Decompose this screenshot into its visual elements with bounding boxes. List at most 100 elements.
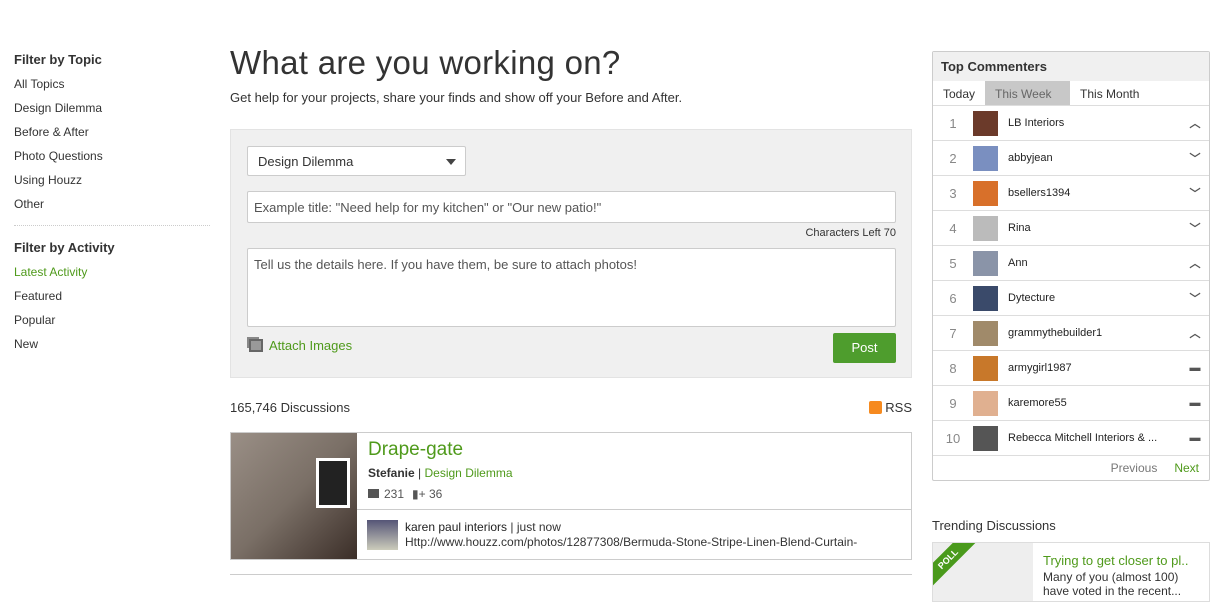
commenter-rank: 4 (949, 220, 957, 236)
next-button[interactable]: Next (1174, 461, 1199, 480)
divider (14, 225, 210, 226)
rss-label: RSS (885, 400, 912, 415)
tab-this-month[interactable]: This Month (1070, 81, 1149, 105)
comment-text: Http://www.houzz.com/photos/12877308/Ber… (405, 535, 858, 549)
activity-filter-item[interactable]: Popular (14, 313, 210, 337)
trend-up-icon: ︿ (1189, 328, 1201, 340)
topic-select[interactable]: Design Dilemma (247, 146, 466, 176)
discussions-count: 165,746 Discussions (230, 400, 350, 415)
commenter-row[interactable]: 7 grammythebuilder1 ︿ (933, 316, 1209, 351)
trending-item-title[interactable]: Trying to get closer to pl.. (1043, 553, 1188, 568)
trending-title: Trending Discussions (932, 518, 1056, 533)
characters-left: Characters Left 70 (805, 227, 896, 239)
tab-today[interactable]: Today (933, 81, 985, 105)
trending-item[interactable]: POLL Trying to get closer to pl.. Many o… (932, 542, 1210, 602)
discussion-topic[interactable]: Design Dilemma (425, 466, 513, 480)
commenter-row[interactable]: 4 Rina ﹀ (933, 211, 1209, 246)
commenter-rank: 6 (949, 290, 957, 306)
commenter-row[interactable]: 6 Dytecture ﹀ (933, 281, 1209, 316)
avatar[interactable] (973, 390, 998, 416)
trend-down-icon: ﹀ (1189, 223, 1201, 235)
topic-filter-item[interactable]: Before & After (14, 125, 210, 149)
rss-icon (869, 401, 883, 414)
commenter-name[interactable]: LB Interiors (1008, 117, 1181, 129)
commenter-name[interactable]: Rina (1008, 222, 1181, 234)
topic-select-value: Design Dilemma (258, 154, 354, 169)
commenter-rank: 1 (949, 115, 957, 131)
separator: | (418, 466, 422, 480)
details-textarea[interactable]: Tell us the details here. If you have th… (247, 248, 896, 327)
avatar[interactable] (367, 520, 398, 550)
previous-button[interactable]: Previous (1111, 461, 1158, 480)
avatar[interactable] (973, 215, 998, 241)
commenter-row[interactable]: 8 armygirl1987 ▬ (933, 351, 1209, 386)
trend-up-icon: ︿ (1189, 118, 1201, 130)
commenter-rank: 2 (949, 150, 957, 166)
avatar[interactable] (973, 285, 998, 311)
activity-filter-item[interactable]: Latest Activity (14, 265, 210, 289)
topic-filter-item[interactable]: Using Houzz (14, 173, 210, 197)
commenter-rank: 10 (945, 430, 961, 446)
follow-count[interactable]: ▮+ 36 (412, 487, 442, 501)
topic-filter-item[interactable]: Photo Questions (14, 149, 210, 173)
trend-down-icon: ﹀ (1189, 188, 1201, 200)
page-title: What are you working on? (230, 44, 621, 81)
trend-up-icon: ︿ (1189, 258, 1201, 270)
commenter-row[interactable]: 2 abbyjean ﹀ (933, 141, 1209, 176)
trending-item-text: Many of you (almost 100) have voted in t… (1043, 570, 1182, 598)
avatar[interactable] (973, 355, 998, 381)
avatar[interactable] (973, 110, 998, 136)
commenter-row[interactable]: 3 bsellers1394 ﹀ (933, 176, 1209, 211)
discussion-card[interactable] (230, 574, 912, 575)
avatar[interactable] (973, 320, 998, 346)
topic-filter-item[interactable]: Design Dilemma (14, 101, 210, 125)
commenter-name[interactable]: armygirl1987 (1008, 362, 1181, 374)
commenter-name[interactable]: grammythebuilder1 (1008, 327, 1181, 339)
sidebar-filters: Filter by Topic All Topics Design Dilemma… (14, 52, 210, 361)
attach-images-link[interactable]: Attach Images (249, 338, 352, 353)
trend-same-icon: ▬ (1189, 432, 1201, 444)
avatar[interactable] (973, 425, 998, 451)
commenter-name[interactable]: Dytecture (1008, 292, 1181, 304)
page-subtitle: Get help for your projects, share your f… (230, 90, 683, 105)
filter-topic-heading: Filter by Topic (14, 52, 102, 67)
topic-filter-item[interactable]: All Topics (14, 77, 210, 101)
commenter-name[interactable]: bsellers1394 (1008, 187, 1181, 199)
comment-author[interactable]: karen paul interiors (405, 520, 507, 534)
top-commenters-panel: Top Commenters Today This Week This Mont… (932, 51, 1210, 481)
commenter-row[interactable]: 9 karemore55 ▬ (933, 386, 1209, 421)
comment-count: 231 (368, 487, 404, 501)
follow-count-value: 36 (429, 487, 443, 501)
commenter-row[interactable]: 10 Rebecca Mitchell Interiors & ... ▬ (933, 421, 1209, 456)
activity-filter-item[interactable]: Featured (14, 289, 210, 313)
right-sidebar: Top Commenters Today This Week This Mont… (932, 51, 1210, 602)
commenter-name[interactable]: karemore55 (1008, 397, 1181, 409)
discussion-card[interactable]: Drape-gate Stefanie | Design Dilemma 231… (230, 432, 912, 560)
post-button[interactable]: Post (833, 333, 896, 363)
trend-same-icon: ▬ (1189, 362, 1201, 374)
commenter-name[interactable]: abbyjean (1008, 152, 1181, 164)
discussion-thumbnail[interactable] (231, 433, 357, 559)
commenter-name[interactable]: Ann (1008, 257, 1181, 269)
comment-time: | just now (510, 520, 561, 534)
images-icon (249, 339, 263, 352)
avatar[interactable] (973, 180, 998, 206)
new-discussion-form: Design Dilemma Example title: "Need help… (230, 129, 912, 378)
commenter-rank: 9 (949, 395, 957, 411)
title-input[interactable]: Example title: "Need help for my kitchen… (247, 191, 896, 223)
comment-icon (368, 489, 379, 498)
topic-filter-item[interactable]: Other (14, 197, 210, 221)
trend-down-icon: ﹀ (1189, 293, 1201, 305)
commenter-rank: 5 (949, 255, 957, 271)
commenter-row[interactable]: 1 LB Interiors ︿ (933, 106, 1209, 141)
rss-link[interactable]: RSS (869, 400, 912, 415)
commenter-name[interactable]: Rebecca Mitchell Interiors & ... (1008, 432, 1181, 444)
tab-this-week[interactable]: This Week (985, 81, 1071, 105)
commenter-row[interactable]: 5 Ann ︿ (933, 246, 1209, 281)
comment-count-value: 231 (384, 487, 405, 501)
discussion-title[interactable]: Drape-gate (368, 439, 513, 461)
avatar[interactable] (973, 250, 998, 276)
avatar[interactable] (973, 145, 998, 171)
discussion-author[interactable]: Stefanie (368, 466, 415, 480)
activity-filter-item[interactable]: New (14, 337, 210, 361)
